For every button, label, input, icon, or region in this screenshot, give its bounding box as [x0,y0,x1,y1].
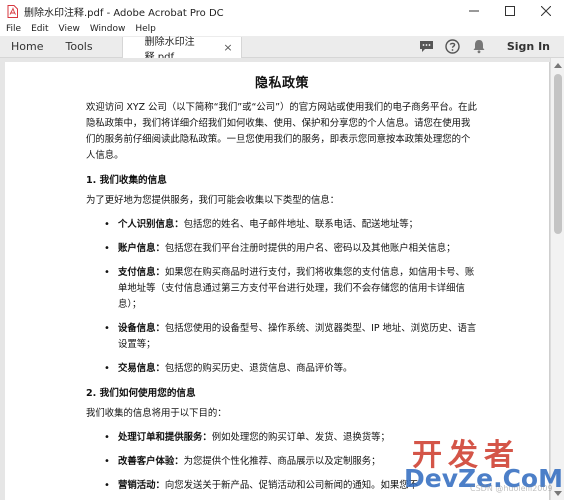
list-item-text: 包括您使用的设备型号、操作系统、浏览器类型、IP 地址、浏览历史、语言设置等； [118,323,477,350]
menu-view[interactable]: View [54,22,85,36]
list-item-label: 设备信息： [118,323,165,334]
minimize-button[interactable] [456,0,492,22]
acrobat-document-icon [6,4,18,18]
list-item: 支付信息：如果您在购买商品时进行支付，我们将收集您的支付信息，如信用卡号、账单地… [104,265,478,313]
list-item-label: 营销活动： [118,480,165,491]
comment-icon[interactable] [419,39,435,55]
menu-bar: File Edit View Window Help [0,22,564,36]
list-item-text: 例如处理您的购买订单、发货、退换货等； [211,432,390,443]
help-icon[interactable] [445,39,461,55]
section-lead: 为了更好地为您提供服务，我们可能会收集以下类型的信息： [86,195,340,206]
tab-bar: Home Tools 删除水印注释.pdf × Sign In [0,36,564,63]
list-item: 账户信息：包括您在我们平台注册时提供的用户名、密码以及其他账户相关信息； [104,241,478,257]
tab-close-button[interactable]: × [223,41,232,54]
notification-bell-icon[interactable] [471,39,487,55]
bullet-list: 个人识别信息：包括您的姓名、电子邮件地址、联系电话、配送地址等； 账户信息：包括… [104,217,478,377]
section-lead: 我们收集的信息将用于以下目的： [86,408,227,419]
list-item-label: 处理订单和提供服务： [118,432,212,443]
sign-in-button[interactable]: Sign In [507,40,550,53]
list-item-text: 包括您在我们平台注册时提供的用户名、密码以及其他账户相关信息； [164,243,456,254]
list-item-text: 包括您的姓名、电子邮件地址、联系电话、配送地址等； [183,219,419,230]
maximize-button[interactable] [492,0,528,22]
menu-window[interactable]: Window [85,22,131,36]
list-item-label: 个人识别信息： [118,219,184,230]
tab-tools[interactable]: Tools [54,36,103,57]
section-heading: 2. 我们如何使用您的信息 [86,388,196,399]
maximize-icon [505,6,515,16]
csdn-watermark: CSDN @huoleiii2009 [470,484,553,493]
list-item-label: 账户信息： [118,243,165,254]
list-item: 个人识别信息：包括您的姓名、电子邮件地址、联系电话、配送地址等； [104,217,478,233]
list-item: 交易信息：包括您的购买历史、退货信息、商品评价等。 [104,361,478,377]
list-item-text: 为您提供个性化推荐、商品展示以及定制服务； [183,456,381,467]
scrollbar-thumb[interactable] [554,74,562,234]
tab-home[interactable]: Home [0,36,54,57]
list-item-text: 向您发送关于新产品、促销活动和公司新闻的通知。如果您不 [164,480,419,491]
list-item-text: 如果您在购买商品时进行支付，我们将收集您的支付信息，如信用卡号、账单地址等（支付… [118,267,475,310]
list-item: 设备信息：包括您使用的设备型号、操作系统、浏览器类型、IP 地址、浏览历史、语言… [104,321,478,353]
title-bar: 删除水印注释.pdf - Adobe Acrobat Pro DC [0,0,564,22]
menu-edit[interactable]: Edit [26,22,53,36]
close-window-button[interactable] [528,0,564,22]
menu-file[interactable]: File [0,22,26,36]
list-item-label: 改善客户体验： [118,456,184,467]
list-item-text: 包括您的购买历史、退货信息、商品评价等。 [164,363,353,374]
list-item-label: 支付信息： [118,267,165,278]
window-title: 删除水印注释.pdf - Adobe Acrobat Pro DC [24,7,224,19]
intro-paragraph: 欢迎访问 XYZ 公司（以下简称“我们”或“公司”）的官方网站或使用我们的电子商… [86,102,477,161]
window-controls [456,0,564,22]
scroll-up-arrow-icon[interactable] [551,58,564,72]
close-icon [541,6,551,16]
document-title: 隐私政策 [254,76,309,91]
tab-document[interactable]: 删除水印注释.pdf × [121,37,242,63]
section-heading: 1. 我们收集的信息 [86,175,167,186]
toolbar-right: Sign In [419,36,564,57]
minimize-icon [469,10,479,12]
list-item-label: 交易信息： [118,363,165,374]
